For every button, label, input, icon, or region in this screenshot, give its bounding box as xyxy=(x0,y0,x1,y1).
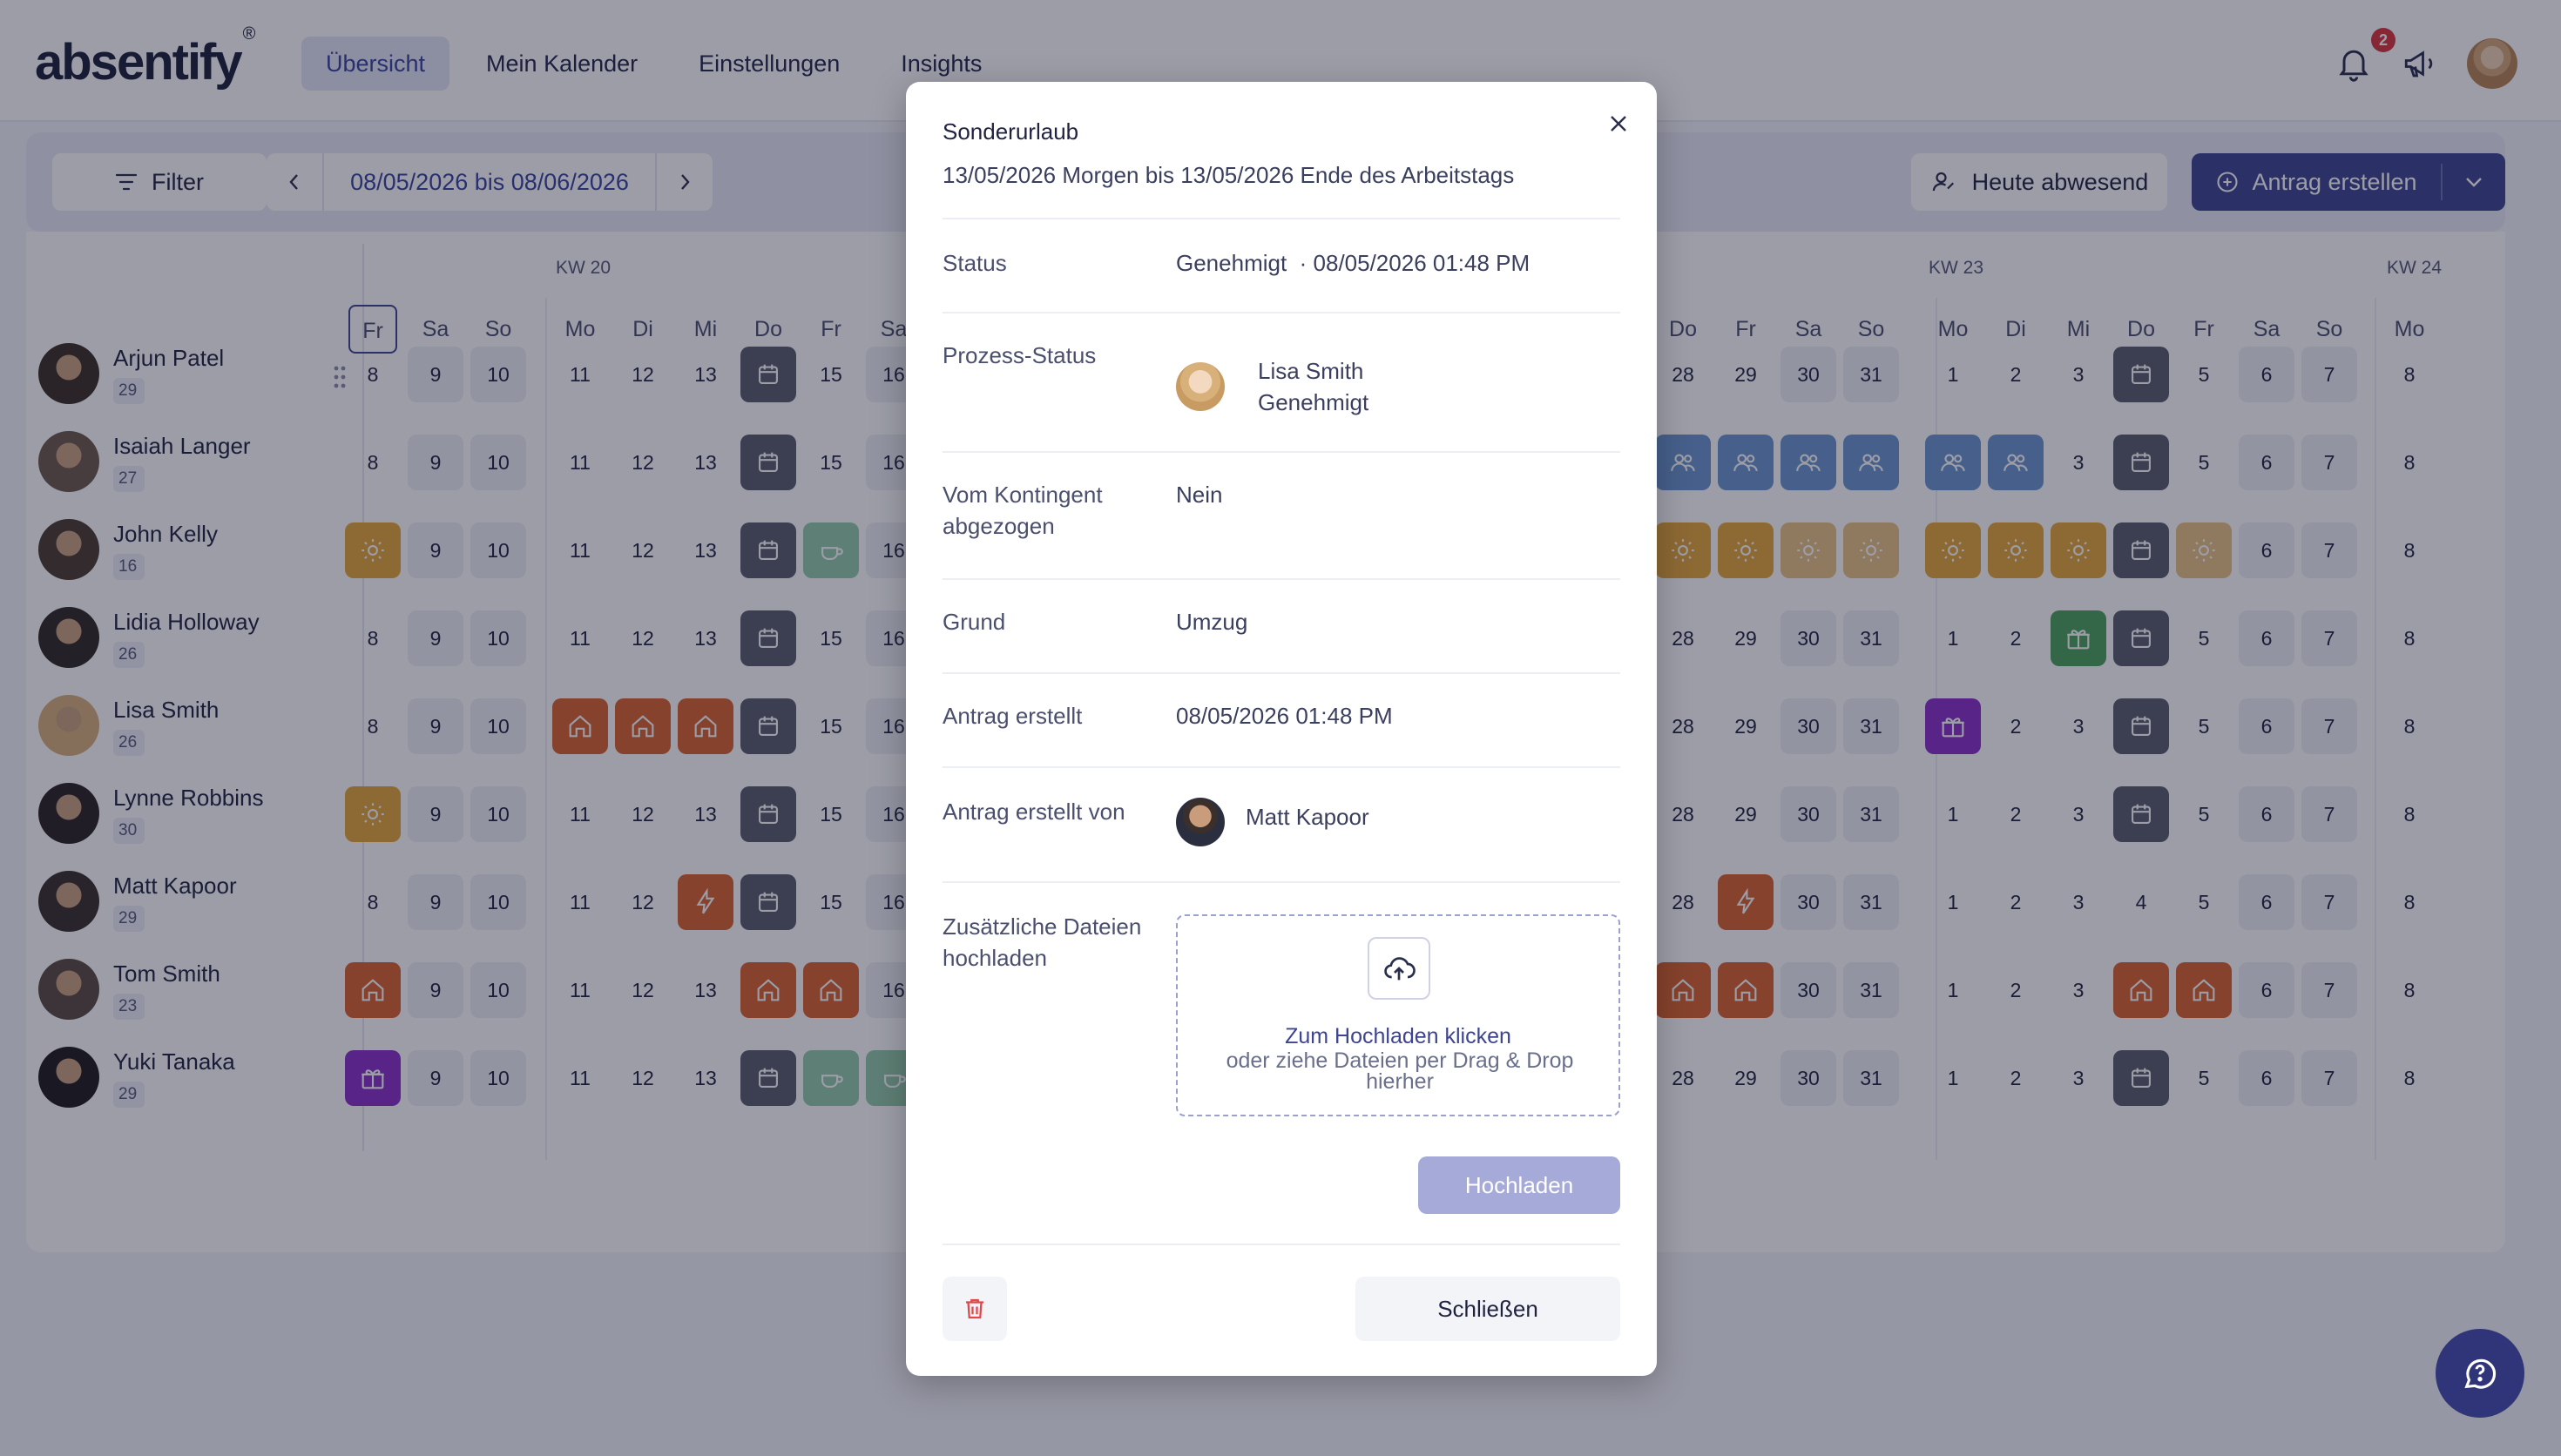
divider xyxy=(943,218,1620,219)
divider xyxy=(943,881,1620,883)
approver-name: Lisa Smith xyxy=(1258,358,1364,384)
divider xyxy=(943,672,1620,674)
status-text: Genehmigt xyxy=(1176,250,1287,276)
close-button[interactable]: Schließen xyxy=(1355,1277,1620,1341)
created-value: 08/05/2026 01:48 PM xyxy=(1176,703,1393,729)
status-value: Genehmigt · 08/05/2026 01:48 PM xyxy=(1176,247,1530,279)
upload-button[interactable]: Hochladen xyxy=(1418,1156,1620,1214)
divider xyxy=(943,766,1620,768)
upload-files-label: Zusätzliche Dateien hochladen xyxy=(943,913,1142,971)
trash-icon xyxy=(966,1298,983,1319)
help-chat-icon xyxy=(2464,1358,2497,1389)
quota-value: Nein xyxy=(1176,482,1223,508)
created-label: Antrag erstellt xyxy=(943,703,1083,729)
cloud-upload-icon xyxy=(1384,957,1416,981)
reason-label: Grund xyxy=(943,609,1006,635)
creator-avatar xyxy=(1176,798,1225,846)
quota-label: Vom Kontingent abgezogen xyxy=(943,482,1103,539)
approver-status: Genehmigt xyxy=(1258,389,1369,415)
creator-name: Matt Kapoor xyxy=(1246,804,1369,830)
status-date: · 08/05/2026 01:48 PM xyxy=(1299,250,1531,276)
help-chat-button[interactable] xyxy=(2436,1329,2524,1418)
reason-value: Umzug xyxy=(1176,609,1248,635)
absence-detail-modal: Sonderurlaub 13/05/2026 Morgen bis 13/05… xyxy=(906,82,1657,1376)
upload-icon-box xyxy=(1368,937,1430,1000)
divider xyxy=(943,451,1620,453)
divider xyxy=(943,578,1620,580)
approver-avatar xyxy=(1176,362,1225,411)
created-by-label: Antrag erstellt von xyxy=(943,799,1125,825)
upload-hint: oder ziehe Dateien per Drag & Drop hierh… xyxy=(1226,1048,1574,1094)
divider xyxy=(943,1244,1620,1245)
divider xyxy=(943,312,1620,313)
status-label: Status xyxy=(943,250,1007,276)
upload-click-link[interactable]: Zum Hochladen klicken xyxy=(1178,1024,1618,1049)
file-dropzone[interactable]: Zum Hochladen klicken oder ziehe Dateien… xyxy=(1176,914,1620,1116)
close-icon xyxy=(1611,116,1626,131)
modal-title: Sonderurlaub xyxy=(943,118,1079,145)
process-status-label: Prozess-Status xyxy=(943,342,1097,368)
delete-request-button[interactable] xyxy=(943,1277,1007,1341)
modal-subtitle: 13/05/2026 Morgen bis 13/05/2026 Ende de… xyxy=(943,162,1515,188)
close-modal-button[interactable] xyxy=(1603,108,1634,139)
